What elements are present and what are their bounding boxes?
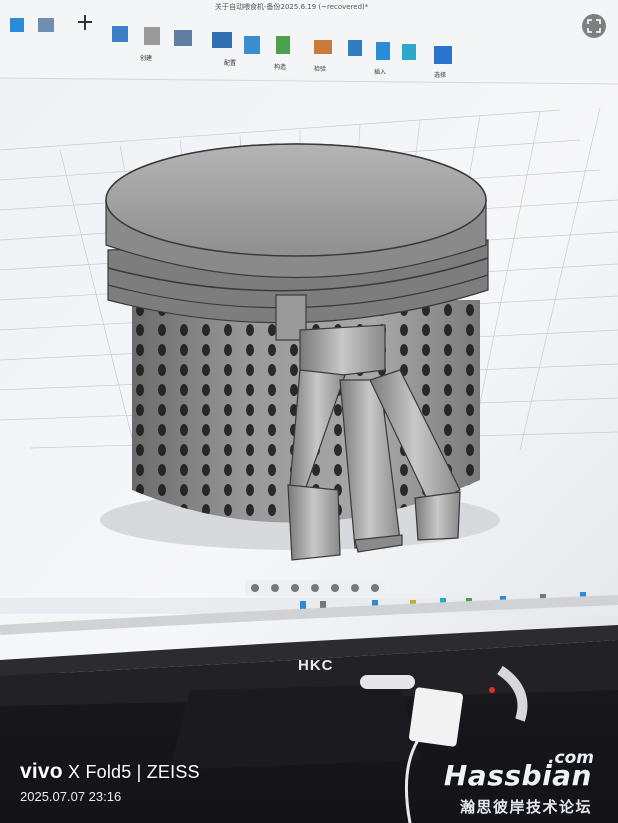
toolbar-group-inspect[interactable]: 检验: [314, 64, 326, 73]
photo-timestamp: 2025.07.07 23:16: [20, 789, 122, 804]
camera-brand: vivo: [20, 760, 63, 783]
file-title: 关于自动喂食机-备份2025.6.19 (~recovered)*: [215, 3, 369, 11]
watermark-subtitle: 瀚思彼岸技术论坛: [459, 798, 592, 816]
toolbar-group-construct[interactable]: 构造: [274, 62, 286, 71]
camera-model-label: vivo X Fold5 | ZEISS: [20, 760, 200, 784]
toolbar-group-select[interactable]: 选择: [434, 70, 446, 79]
toolbar-group-insert[interactable]: 插入: [374, 67, 386, 76]
camera-model: X Fold5 | ZEISS: [68, 762, 200, 782]
expand-button[interactable]: [582, 14, 606, 38]
monitor-stand: [170, 685, 420, 770]
toolbar-group-create[interactable]: 创建: [140, 53, 152, 62]
toolbar-group-assemble[interactable]: 配置: [224, 58, 236, 67]
watermark-main: Hassbian: [443, 759, 592, 792]
viewport-nav-toolbar: [245, 580, 385, 596]
photo-scene: .: [0, 0, 618, 823]
usb-charger: [408, 687, 464, 747]
expand-icon: [587, 19, 601, 33]
monitor-brand-logo: HKC: [298, 657, 334, 674]
